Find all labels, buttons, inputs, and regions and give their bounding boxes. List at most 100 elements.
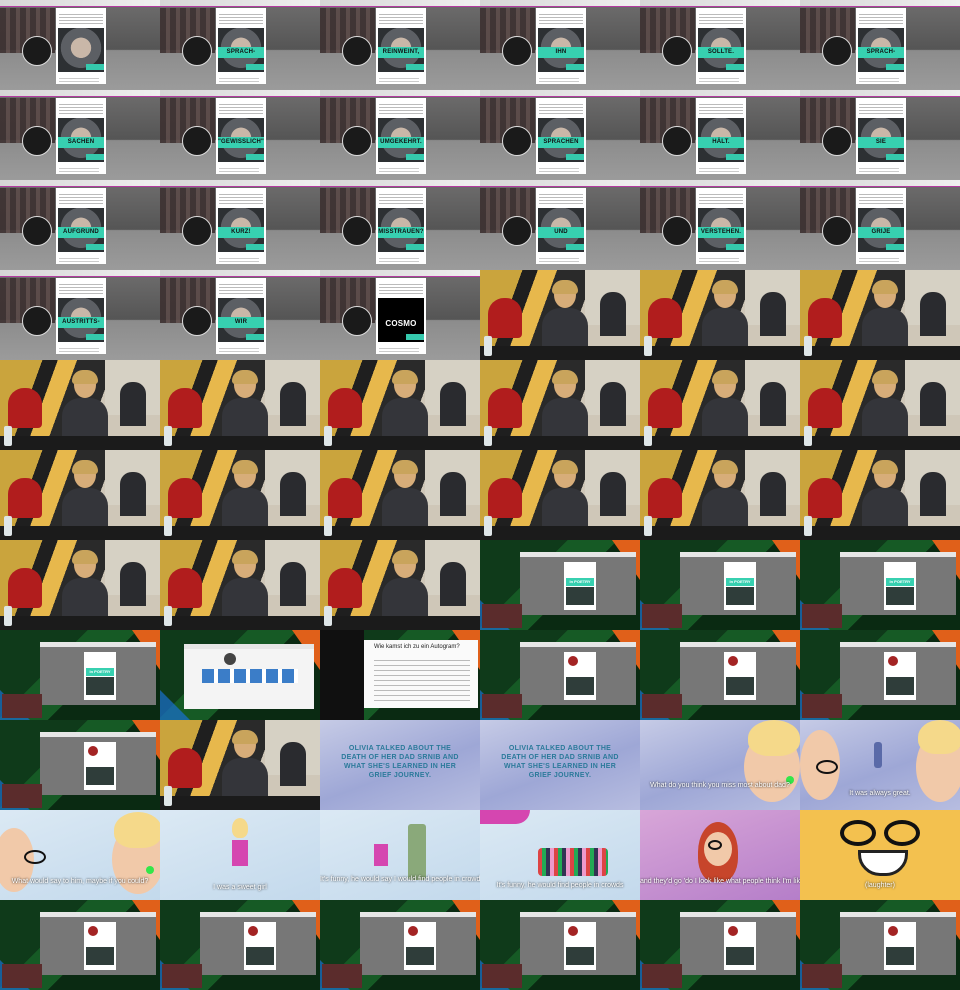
video-frame-65 (800, 900, 960, 990)
attendee-red-shirt (168, 478, 202, 518)
shared-post (724, 652, 756, 700)
attendee (920, 292, 946, 336)
glasses (708, 840, 722, 850)
subtitle-banner: AUFGRUND (58, 227, 104, 238)
post-image (566, 677, 594, 695)
desk (640, 436, 800, 450)
cosmo-brand-mark (886, 64, 904, 70)
post-text (219, 282, 263, 296)
video-frame-7: "GEWISSLICH" (160, 90, 320, 180)
attendee-red-shirt (808, 298, 842, 338)
desk (160, 616, 320, 630)
social-post-card: MISSTRAUEN? (376, 188, 426, 264)
post-footer (859, 166, 899, 172)
desk (320, 436, 480, 450)
webcam-view (642, 694, 682, 718)
subtitle-banner: GRIJE (858, 227, 904, 238)
attendee (600, 292, 626, 336)
video-frame-47 (800, 630, 960, 720)
post-footer (59, 166, 99, 172)
cosmo-logo (182, 216, 212, 246)
caption: It was always great. (849, 790, 911, 797)
speaker-hair (392, 370, 418, 384)
cosmo-brand-mark (406, 64, 424, 70)
post-image (86, 767, 114, 785)
subtitle-banner: SIE (858, 137, 904, 148)
video-frame-1: SPRACH- (160, 0, 320, 90)
subtitle-banner: HÄLT. (698, 137, 744, 148)
video-frame-2: REINWEINT, (320, 0, 480, 90)
video-frame-26 (320, 360, 480, 450)
desk (0, 436, 160, 450)
subtitle-banner: VERSTEHEN. (698, 227, 744, 238)
cosmo-brand-mark (726, 244, 744, 250)
subtitle-banner: SPRACH- (218, 47, 264, 58)
shared-post: In POETRY (84, 652, 116, 700)
cosmo-logo (822, 36, 852, 66)
cosmo-brand-mark (86, 154, 104, 160)
post-footer (59, 76, 99, 82)
red-badge (88, 746, 98, 756)
video-frame-29 (800, 360, 960, 450)
video-frame-3: IHN (480, 0, 640, 90)
shared-post (404, 922, 436, 970)
social-post-card: WIR (216, 278, 266, 354)
speaker-hair (712, 280, 738, 294)
video-frame-6: SACHEN (0, 90, 160, 180)
pink-figure (480, 810, 530, 824)
cosmo-logo (22, 306, 52, 336)
cosmo-logo (182, 36, 212, 66)
water-bottle (644, 516, 652, 536)
speaker-hair (712, 460, 738, 474)
video-frame-46 (640, 630, 800, 720)
attendee (600, 472, 626, 516)
post-text (379, 12, 423, 26)
attendee (120, 382, 146, 426)
caption: (laughter) (865, 882, 895, 889)
speaker-hair (712, 370, 738, 384)
post-image (886, 947, 914, 965)
subtitle-banner: COSMO (385, 319, 417, 328)
post-footer (59, 346, 99, 352)
video-frame-39: In POETRY (480, 540, 640, 630)
red-badge (408, 926, 418, 936)
attendee-red-shirt (648, 388, 682, 428)
water-bottle (804, 426, 812, 446)
post-footer (539, 76, 579, 82)
shared-post: In POETRY (724, 562, 756, 610)
cosmo-brand-mark (406, 244, 424, 250)
post-image (86, 677, 114, 695)
attendee (600, 382, 626, 426)
social-post-card: UMGEKEHRT. (376, 98, 426, 174)
subtitle-banner: SPRACHEN (538, 137, 584, 148)
webcam-view (802, 604, 842, 628)
document-text (374, 656, 470, 702)
attendee (280, 382, 306, 426)
social-post-card: UND (536, 188, 586, 264)
cosmo-logo (22, 216, 52, 246)
post-text (219, 102, 263, 116)
speaker-hair (392, 550, 418, 564)
post-image (566, 587, 594, 605)
water-bottle (484, 426, 492, 446)
video-frame-58: and they'd go 'do I look like what peopl… (640, 810, 800, 900)
post-image (726, 677, 754, 695)
video-frame-55: I was a sweet girl (160, 810, 320, 900)
post-image (886, 587, 914, 605)
social-post-card: SIE (856, 98, 906, 174)
video-frame-18: AUSTRITTS- (0, 270, 160, 360)
glasses (24, 850, 46, 864)
speaker-hair (552, 370, 578, 384)
caption: and they'd go 'do I look like what peopl… (640, 878, 800, 885)
speaker-hair (232, 370, 258, 384)
post-text (539, 102, 583, 116)
webcam-view (802, 964, 842, 988)
desk (480, 346, 640, 360)
water-bottle (164, 516, 172, 536)
attendee (440, 382, 466, 426)
desk (800, 346, 960, 360)
post-image (86, 947, 114, 965)
post-text (59, 282, 103, 296)
video-frame-54: What would say to him, maybe if you coul… (0, 810, 160, 900)
cosmo-brand-mark (406, 154, 424, 160)
